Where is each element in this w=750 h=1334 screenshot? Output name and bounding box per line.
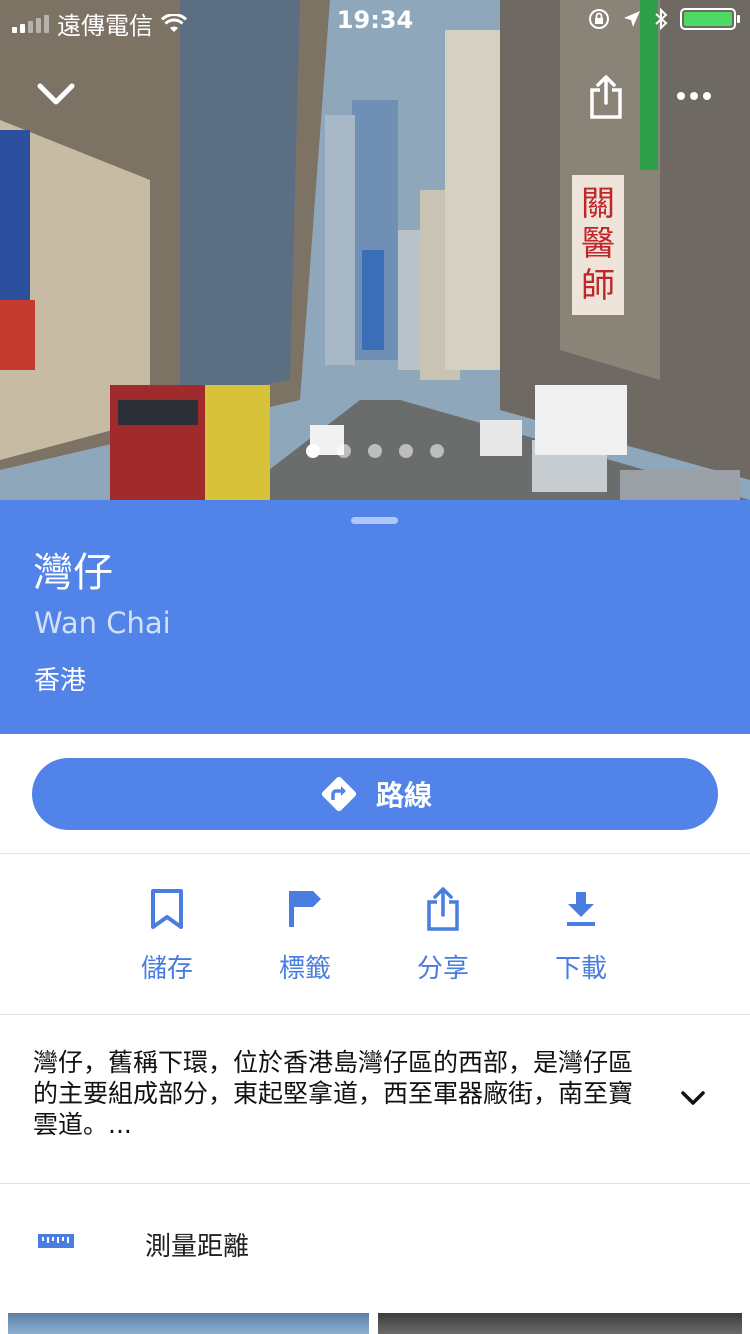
place-subtitle: Wan Chai [34,606,171,640]
download-button[interactable]: 下載 [521,884,641,985]
download-label: 下載 [554,954,607,984]
photo-page-indicator[interactable] [0,444,750,458]
chevron-down-icon [37,83,75,105]
page-dot[interactable] [337,444,351,458]
photo-thumbnail[interactable] [8,1313,369,1334]
directions-button[interactable]: 路線 [32,758,718,830]
share-icon [427,887,459,931]
svg-text:師: 師 [581,266,615,306]
description-text: 灣仔，舊稱下環，位於香港島灣仔區的西部，是灣仔區的主要組成部分，東起堅拿道，西至… [33,1048,634,1139]
orientation-lock-icon [589,9,609,29]
place-header[interactable]: 灣仔 Wan Chai 香港 [0,500,750,734]
place-photo[interactable]: 關 醫 師 遠傳電信 19:34 [0,0,750,500]
place-title: 灣仔 [33,550,113,596]
label-label: 標籤 [278,954,331,984]
chevron-down-icon [681,1091,705,1105]
street-photo: 關 醫 師 [0,0,750,500]
measure-distance-row[interactable]: 測量距離 [0,1184,750,1302]
photo-thumbnail[interactable] [378,1313,742,1334]
ruler-icon [38,1234,74,1248]
bookmark-icon [151,889,183,929]
page-dot[interactable] [368,444,382,458]
place-region: 香港 [34,666,87,696]
collapse-button[interactable] [36,80,76,114]
expand-description-button[interactable] [676,1085,710,1115]
page-dot[interactable] [430,444,444,458]
more-options-button[interactable] [676,88,712,107]
share-button[interactable]: 分享 [383,884,503,985]
download-icon [567,892,595,926]
share-label: 分享 [416,954,469,984]
directions-icon [321,776,357,812]
save-button[interactable]: 儲存 [107,884,227,985]
page-dot[interactable] [399,444,413,458]
description-section[interactable]: 灣仔，舊稱下環，位於香港島灣仔區的西部，是灣仔區的主要組成部分，東起堅拿道，西至… [0,1015,750,1184]
flag-icon [289,891,321,927]
page-dot[interactable] [306,444,320,458]
more-icon [677,92,711,100]
directions-section: 路線 [0,734,750,854]
measure-distance-label: 測量距離 [145,1232,250,1262]
share-photo-button[interactable] [588,74,624,124]
save-label: 儲存 [140,954,193,984]
label-button[interactable]: 標籤 [245,884,365,985]
battery-icon [680,8,740,30]
drag-handle[interactable] [351,517,398,524]
bluetooth-icon [655,8,668,30]
svg-text:關: 關 [581,184,615,224]
status-bar: 遠傳電信 19:34 [0,0,750,40]
action-row: 儲存 標籤 分享 下載 [0,854,750,1015]
svg-text:醫: 醫 [581,224,615,264]
share-icon [590,75,622,119]
directions-label: 路線 [375,779,432,812]
location-arrow-icon [624,11,640,27]
